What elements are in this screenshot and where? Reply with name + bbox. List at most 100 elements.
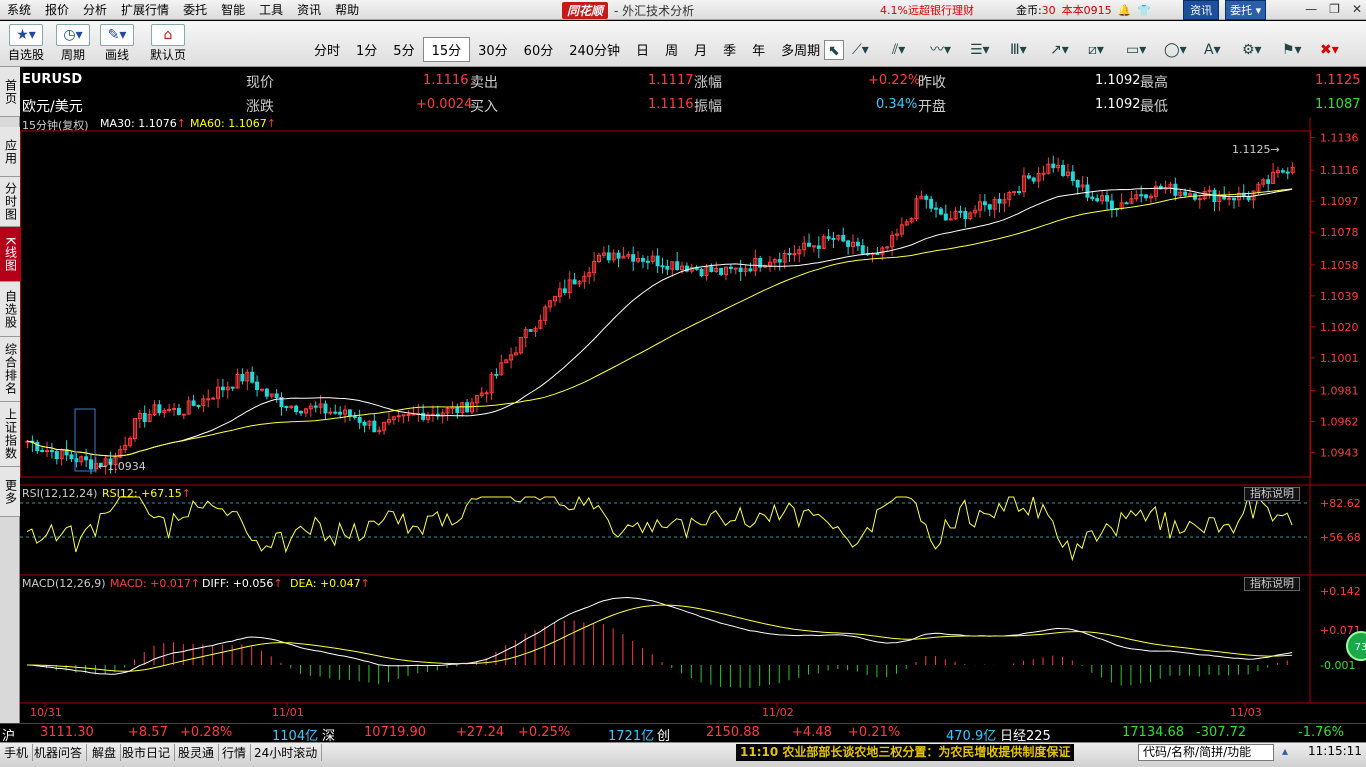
gold-value: 30 [1041, 4, 1056, 17]
menu-item-extended[interactable]: 扩展行情 [114, 1, 176, 18]
candle-body [396, 415, 401, 418]
menu-item-tools[interactable]: 工具 [252, 1, 290, 18]
bottom-tab-24h[interactable]: 24小时滚动 [250, 744, 323, 761]
bottom-tab-diary[interactable]: 股市日记 [118, 744, 176, 761]
period-240m[interactable]: 240分钟 [561, 38, 628, 61]
candle-body [357, 416, 362, 423]
candle-body [211, 397, 216, 400]
search-dropdown-icon[interactable]: ▴ [1282, 744, 1288, 758]
fib-tool-icon[interactable]: ☰▾ [970, 40, 990, 60]
tab-apps[interactable]: 应用 [0, 127, 20, 177]
candle-body [196, 404, 201, 407]
menu-item-help[interactable]: 帮助 [328, 1, 366, 18]
shirt-icon[interactable]: 👕 [1137, 4, 1151, 17]
cursor-icon[interactable]: ⬉ [824, 40, 844, 60]
candle-body [831, 237, 836, 240]
high-label: 最高 [1140, 75, 1168, 91]
search-input[interactable]: 代码/名称/简拼/功能 [1138, 744, 1274, 761]
candle-body [142, 412, 147, 423]
bottom-tab-commentary[interactable]: 解盘 [88, 744, 122, 761]
gann-tool-icon[interactable]: Ⅲ▾ [1010, 40, 1027, 60]
diff-value: DIFF: +0.056↑ [202, 577, 283, 590]
ma60-text: MA60: 1.1067 [190, 117, 267, 130]
minimize-icon[interactable]: — [1305, 2, 1317, 16]
ad-link[interactable]: 4.1%远超银行理财 [880, 2, 974, 18]
gold-coins: 金币:30 [1016, 2, 1056, 18]
default-page-button[interactable]: ⌂ 默认页 [150, 24, 186, 63]
rect-tool-icon[interactable]: ▭▾ [1126, 40, 1146, 60]
menu-item-analysis[interactable]: 分析 [76, 1, 114, 18]
gear-icon[interactable]: ⚙▾ [1242, 40, 1262, 60]
candle-body [728, 266, 733, 270]
bell-icon[interactable]: 🔔 [1118, 4, 1132, 17]
period-1m[interactable]: 1分 [348, 38, 385, 61]
menu-item-quote[interactable]: 报价 [38, 1, 76, 18]
draw-button[interactable]: ✎▾ 画线 [100, 24, 134, 63]
menu-item-trade[interactable]: 委托 [176, 1, 214, 18]
parallel-tool-icon[interactable]: ⫽▾ [892, 40, 905, 60]
candle-body [1280, 170, 1285, 173]
change-value: +0.0024 [416, 97, 473, 112]
menu-item-system[interactable]: 系统 [0, 1, 38, 18]
price-tick-label: 1.1058 [1320, 259, 1359, 272]
text-tool-icon[interactable]: A▾ [1204, 40, 1221, 60]
rsi-help-button[interactable]: 指标说明 [1244, 487, 1300, 501]
tab-shanghai-index[interactable]: 上证指数 [0, 402, 20, 467]
x-axis-label: 10/31 [30, 706, 62, 719]
menu-item-news[interactable]: 资讯 [290, 1, 328, 18]
candle-body [699, 268, 704, 277]
period-month[interactable]: 月 [686, 38, 715, 61]
bottom-tab-market[interactable]: 行情 [218, 744, 252, 761]
bottom-tab-mobile[interactable]: 手机 [0, 744, 34, 761]
chart-canvas[interactable]: 1.1136 1.1116 1.1097 1.1078 1.1058 1.1039 1.10… [20, 117, 1366, 723]
kline-chart[interactable]: 1.1136 1.1116 1.1097 1.1078 1.1058 1.1039 1.10… [20, 117, 1366, 723]
period-30m[interactable]: 30分 [470, 38, 516, 61]
period-day[interactable]: 日 [628, 38, 657, 61]
trade-button[interactable]: 委托 ▾ [1225, 0, 1267, 20]
price-tick-label: 1.1116 [1320, 164, 1359, 177]
macd-help-button[interactable]: 指标说明 [1244, 577, 1300, 591]
close-icon[interactable]: ✕ [1352, 2, 1362, 16]
tab-more[interactable]: 更多 [0, 467, 20, 517]
wave-tool-icon[interactable]: 〰▾ [930, 40, 951, 60]
tab-timeshare[interactable]: 分时图 [0, 177, 20, 227]
candle-body [1139, 194, 1144, 197]
candle-body [362, 421, 367, 426]
news-button[interactable]: 资讯 [1183, 0, 1220, 20]
news-ticker[interactable]: 11:10 农业部部长谈农地三权分置：为农民增收提供制度保证 [736, 744, 1075, 761]
arrow-tool-icon[interactable]: ↗▾ [1050, 40, 1069, 60]
period-button[interactable]: ◷▾ 周期 [56, 24, 90, 63]
candle-body [938, 208, 943, 215]
candle-body [826, 236, 831, 239]
candle-body [777, 259, 782, 263]
tab-home[interactable]: 首页 [0, 67, 20, 117]
tab-ranking[interactable]: 综合排名 [0, 337, 20, 402]
channel-tool-icon[interactable]: ⧄▾ [1088, 40, 1104, 60]
tab-kline[interactable]: K线图 [0, 227, 20, 282]
ellipse-tool-icon[interactable]: ◯▾ [1164, 40, 1187, 60]
delete-icon[interactable]: ✖▾ [1320, 40, 1339, 60]
period-tick[interactable]: 分时 [306, 38, 348, 61]
bookmark-icon[interactable]: ⚑▾ [1282, 40, 1302, 60]
line-tool-icon[interactable]: ⟋▾ [852, 40, 869, 60]
watchlist-button[interactable]: ★▾ 自选股 [8, 24, 44, 63]
candle-body [1105, 195, 1109, 202]
period-15m[interactable]: 15分 [422, 36, 471, 62]
period-5m[interactable]: 5分 [385, 38, 422, 61]
period-quarter[interactable]: 季 [715, 38, 744, 61]
bottom-tab-stock-spirit[interactable]: 股灵通 [174, 744, 220, 761]
menu-item-smart[interactable]: 智能 [214, 1, 252, 18]
prev-label: 昨收 [918, 75, 946, 91]
period-60m[interactable]: 60分 [516, 38, 562, 61]
period-multi[interactable]: 多周期 [773, 38, 828, 61]
period-week[interactable]: 周 [657, 38, 686, 61]
price-tick-label: 1.0962 [1320, 416, 1359, 429]
menu-right: 4.1%远超银行理财 金币:30 本本0915 🔔 👕 资讯 委托 ▾ [880, 0, 1267, 20]
candle-body [1095, 198, 1100, 202]
price-tick-label: 1.1136 [1320, 132, 1359, 145]
period-year[interactable]: 年 [744, 38, 773, 61]
candle-body [748, 268, 753, 272]
bottom-tab-robot-qa[interactable]: 机器问答 [30, 744, 88, 761]
tab-watchlist[interactable]: 自选股 [0, 282, 20, 337]
restore-icon[interactable]: ❐ [1329, 2, 1340, 16]
